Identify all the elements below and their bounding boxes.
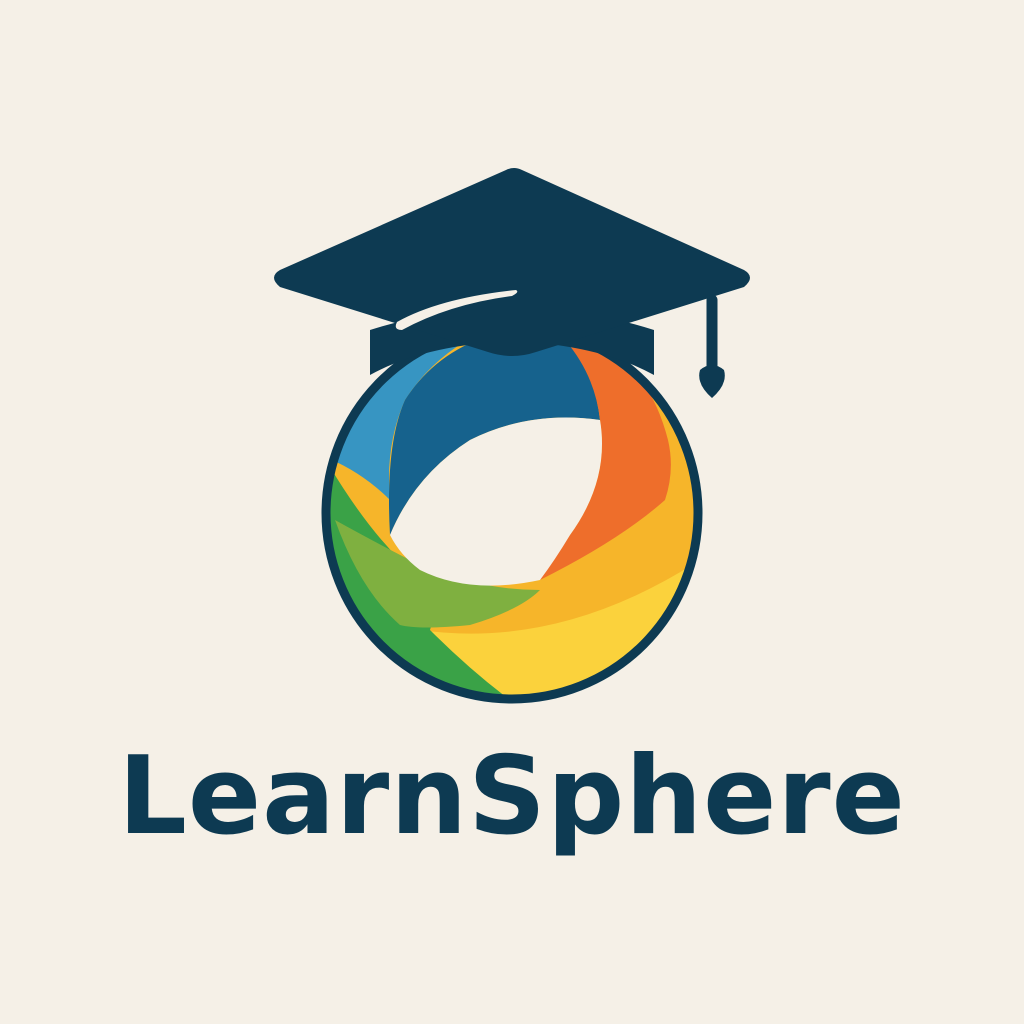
learnsphere-logo-mark bbox=[274, 168, 750, 704]
color-swirl-globe-icon bbox=[321, 322, 703, 704]
cap-tassel bbox=[699, 294, 725, 398]
brand-name: LearnSphere bbox=[118, 734, 906, 859]
cap-board bbox=[274, 168, 750, 356]
logo-canvas: LearnSphere bbox=[0, 0, 1024, 1024]
